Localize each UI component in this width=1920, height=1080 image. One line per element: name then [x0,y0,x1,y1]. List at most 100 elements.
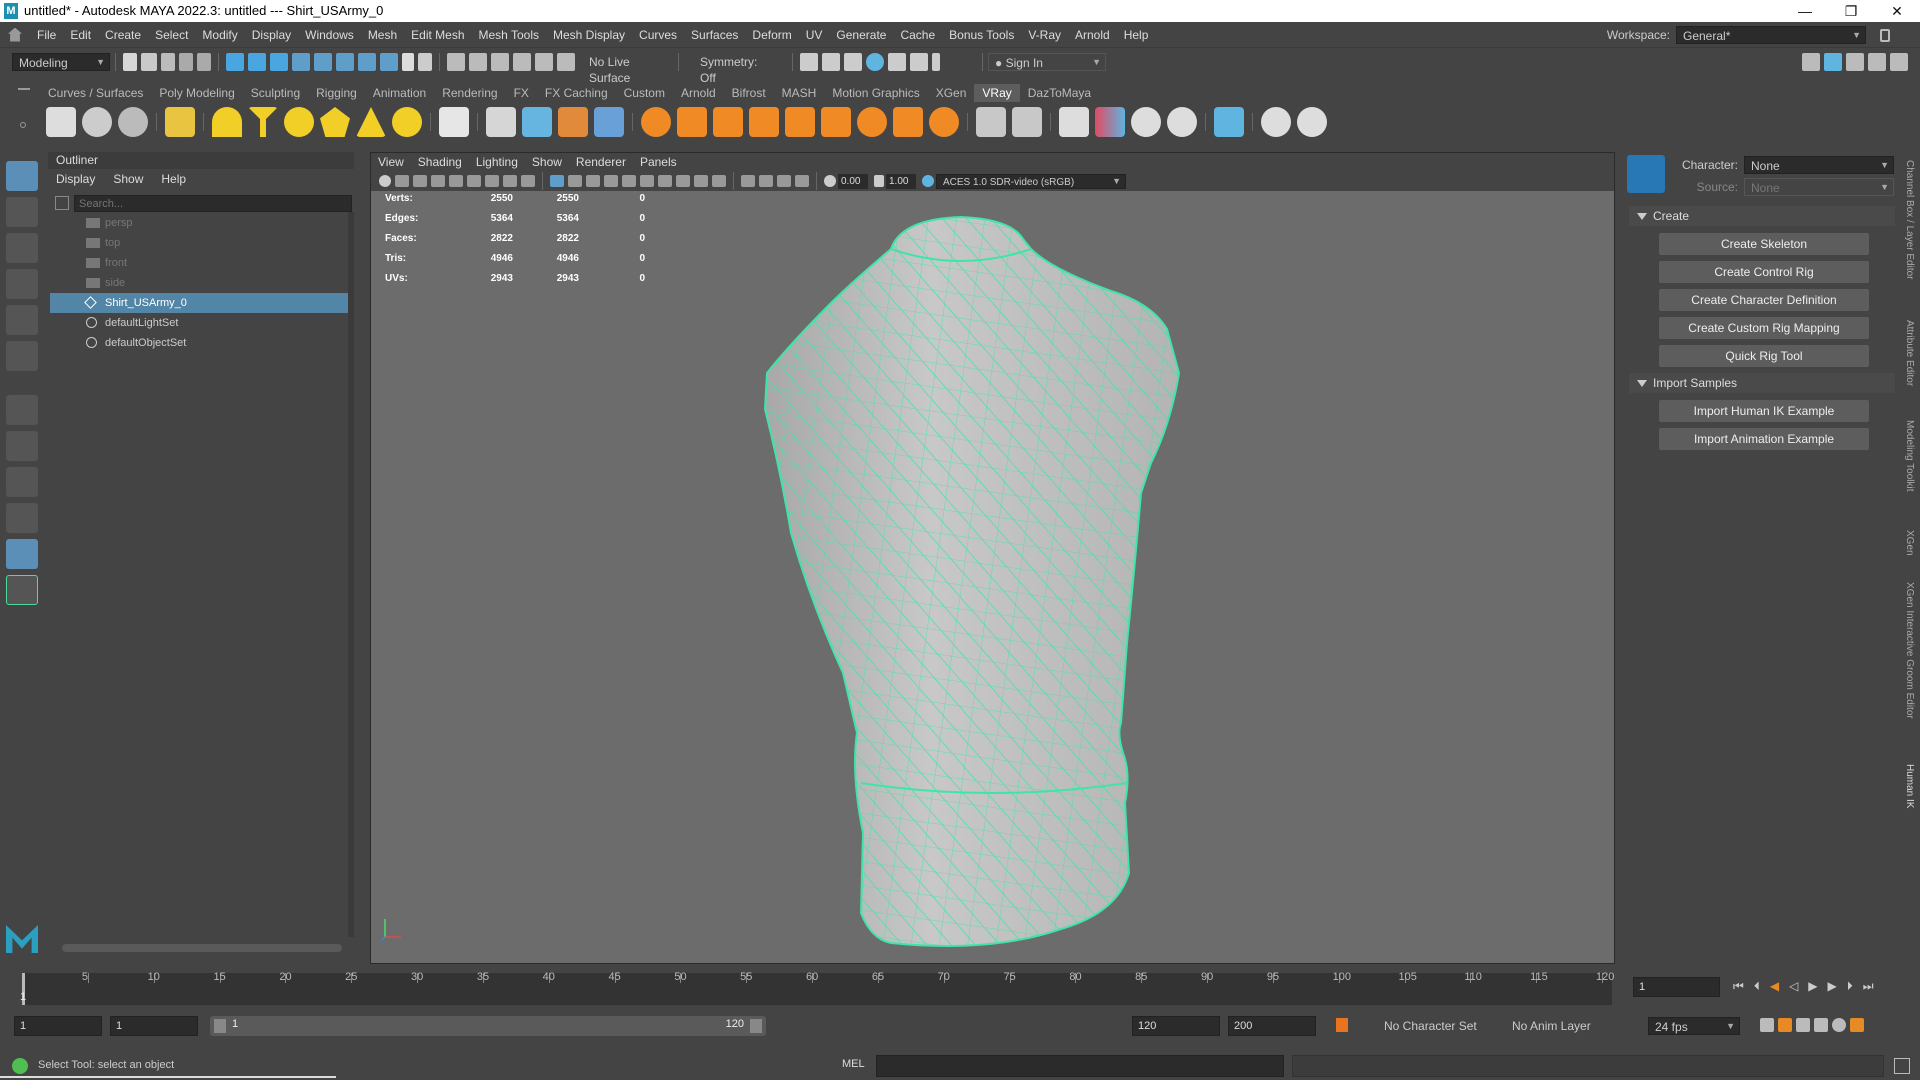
outliner-menu-show[interactable]: Show [113,172,143,186]
side-tab-channel-box[interactable]: Channel Box / Layer Editor [1904,160,1915,280]
tab-fx[interactable]: FX [506,84,537,102]
viewport-menu-panels[interactable]: Panels [640,155,677,169]
viewport-menu-lighting[interactable]: Lighting [476,155,518,169]
menu-cache[interactable]: Cache [893,22,942,48]
outliner-item-shirt[interactable]: Shirt_USArmy_0 [50,293,350,313]
snap-curve-icon[interactable] [469,53,487,71]
menu-file[interactable]: File [30,22,63,48]
outliner-item-front[interactable]: front [50,253,350,273]
select-hierarchy-icon[interactable] [226,53,244,71]
step-back-frame-icon[interactable]: ◀ [1770,979,1779,994]
tab-motion-graphics[interactable]: Motion Graphics [824,84,927,102]
character-set-dropdown[interactable]: No Character Set [1378,1017,1498,1035]
camera-attributes-icon[interactable] [379,175,391,187]
textured-icon[interactable] [604,175,618,187]
make-live-icon[interactable] [557,53,575,71]
vray-ipr-icon[interactable] [118,107,148,137]
open-scene-icon[interactable] [141,53,157,71]
side-tab-xgen-groom-editor[interactable]: XGen Interactive Groom Editor [1904,582,1915,719]
outliner-item-side[interactable]: side [50,273,350,293]
tab-bifrost[interactable]: Bifrost [724,84,774,102]
use-all-lights-icon[interactable] [622,175,636,187]
rotate-tool-icon[interactable] [6,305,38,335]
step-forward-key-icon[interactable]: ⏵ [1847,979,1853,994]
menu-vray[interactable]: V-Ray [1021,22,1068,48]
lock-selection-icon[interactable] [402,53,414,71]
menu-mesh-tools[interactable]: Mesh Tools [472,22,546,48]
range-end-handle[interactable] [750,1019,762,1033]
viewport-menu-view[interactable]: View [378,155,404,169]
lock-icon[interactable] [1880,28,1890,42]
fps-dropdown[interactable]: 24 fps ▼ [1648,1017,1740,1035]
tab-curves-surfaces[interactable]: Curves / Surfaces [40,84,151,102]
select-tool-icon[interactable] [6,161,38,191]
xray-joints-icon[interactable] [777,175,791,187]
tab-rigging[interactable]: Rigging [308,84,365,102]
import-animation-example-button[interactable]: Import Animation Example [1659,428,1869,450]
smooth-shade-icon[interactable] [568,175,582,187]
side-tab-xgen[interactable]: XGen [1904,530,1915,556]
curve-mask-icon[interactable] [336,53,354,71]
auto-key-icon[interactable] [1336,1018,1348,1032]
grid-toggle-icon[interactable] [431,175,445,187]
anim-layer-dropdown[interactable]: No Anim Layer [1506,1017,1626,1035]
vray-render-icon[interactable] [82,107,112,137]
modeling-toolkit-icon[interactable] [1802,53,1820,71]
tab-vray[interactable]: VRay [974,84,1020,102]
create-section-header[interactable]: Create [1629,206,1895,226]
vray-logo-icon[interactable] [1297,107,1327,137]
step-back-key-icon[interactable]: ⏴ [1754,979,1760,994]
filter-icon[interactable] [55,196,69,210]
sound-icon[interactable] [1814,1018,1828,1032]
shelf-menu-icon[interactable] [18,88,30,90]
step-forward-frame-icon[interactable]: ▶ [1828,979,1837,994]
vray-denoiser-icon[interactable] [1214,107,1244,137]
create-character-definition-button[interactable]: Create Character Definition [1659,289,1869,311]
vray-help-icon[interactable] [1261,107,1291,137]
vray-clipper-icon[interactable] [594,107,624,137]
go-to-start-icon[interactable]: ⏮ [1733,979,1744,994]
sign-in-button[interactable]: ● Sign In ▼ [988,53,1106,71]
new-scene-icon[interactable] [123,53,137,71]
pause-icon[interactable] [932,53,940,71]
render-frame-icon[interactable] [822,53,840,71]
playback-end-field[interactable]: 120 [1132,1016,1220,1036]
pick-mask-icon[interactable] [292,53,310,71]
side-tab-attribute-editor[interactable]: Attribute Editor [1904,320,1915,386]
vray-settings-gear-icon[interactable] [929,107,959,137]
paint-select-tool-icon[interactable] [6,233,38,263]
image-plane-icon[interactable] [413,175,427,187]
multisample-aa-icon[interactable] [694,175,708,187]
vray-sphere-light-icon[interactable] [284,107,314,137]
create-control-rig-button[interactable]: Create Control Rig [1659,261,1869,283]
menu-bonus-tools[interactable]: Bonus Tools [942,22,1021,48]
play-forwards-icon[interactable]: ▶ [1808,979,1817,994]
vray-fur-icon[interactable] [558,107,588,137]
snap-view-plane-icon[interactable] [535,53,553,71]
vray-grid-texture-icon[interactable] [785,107,815,137]
import-human-ik-example-button[interactable]: Import Human IK Example [1659,400,1869,422]
workspace-dropdown[interactable]: General* ▼ [1676,26,1866,44]
vray-ies-light-icon[interactable] [356,107,386,137]
vray-plane-icon[interactable] [439,107,469,137]
character-dropdown[interactable]: None ▼ [1744,156,1894,174]
range-start-handle[interactable] [214,1019,226,1033]
vray-color-picker-icon[interactable] [1095,107,1125,137]
animation-preferences-icon[interactable] [1850,1018,1864,1032]
create-skeleton-button[interactable]: Create Skeleton [1659,233,1869,255]
wireframe-icon[interactable] [550,175,564,187]
select-component-icon[interactable] [270,53,288,71]
viewport-menu-renderer[interactable]: Renderer [576,155,626,169]
command-input[interactable] [876,1055,1284,1077]
import-samples-section-header[interactable]: Import Samples [1629,373,1895,393]
symmetry-dropdown[interactable]: Symmetry: Off [694,53,778,85]
motion-blur-icon[interactable] [676,175,690,187]
single-perspective-view-icon[interactable] [6,431,38,461]
range-slider-bar[interactable]: 1 120 [210,1016,766,1036]
keying-settings-icon[interactable] [1796,1018,1810,1032]
tab-rendering[interactable]: Rendering [434,84,505,102]
outliner-horizontal-scrollbar[interactable] [62,944,342,952]
menu-edit[interactable]: Edit [63,22,98,48]
menu-curves[interactable]: Curves [632,22,684,48]
outliner-vertical-scrollbar[interactable] [348,212,354,937]
